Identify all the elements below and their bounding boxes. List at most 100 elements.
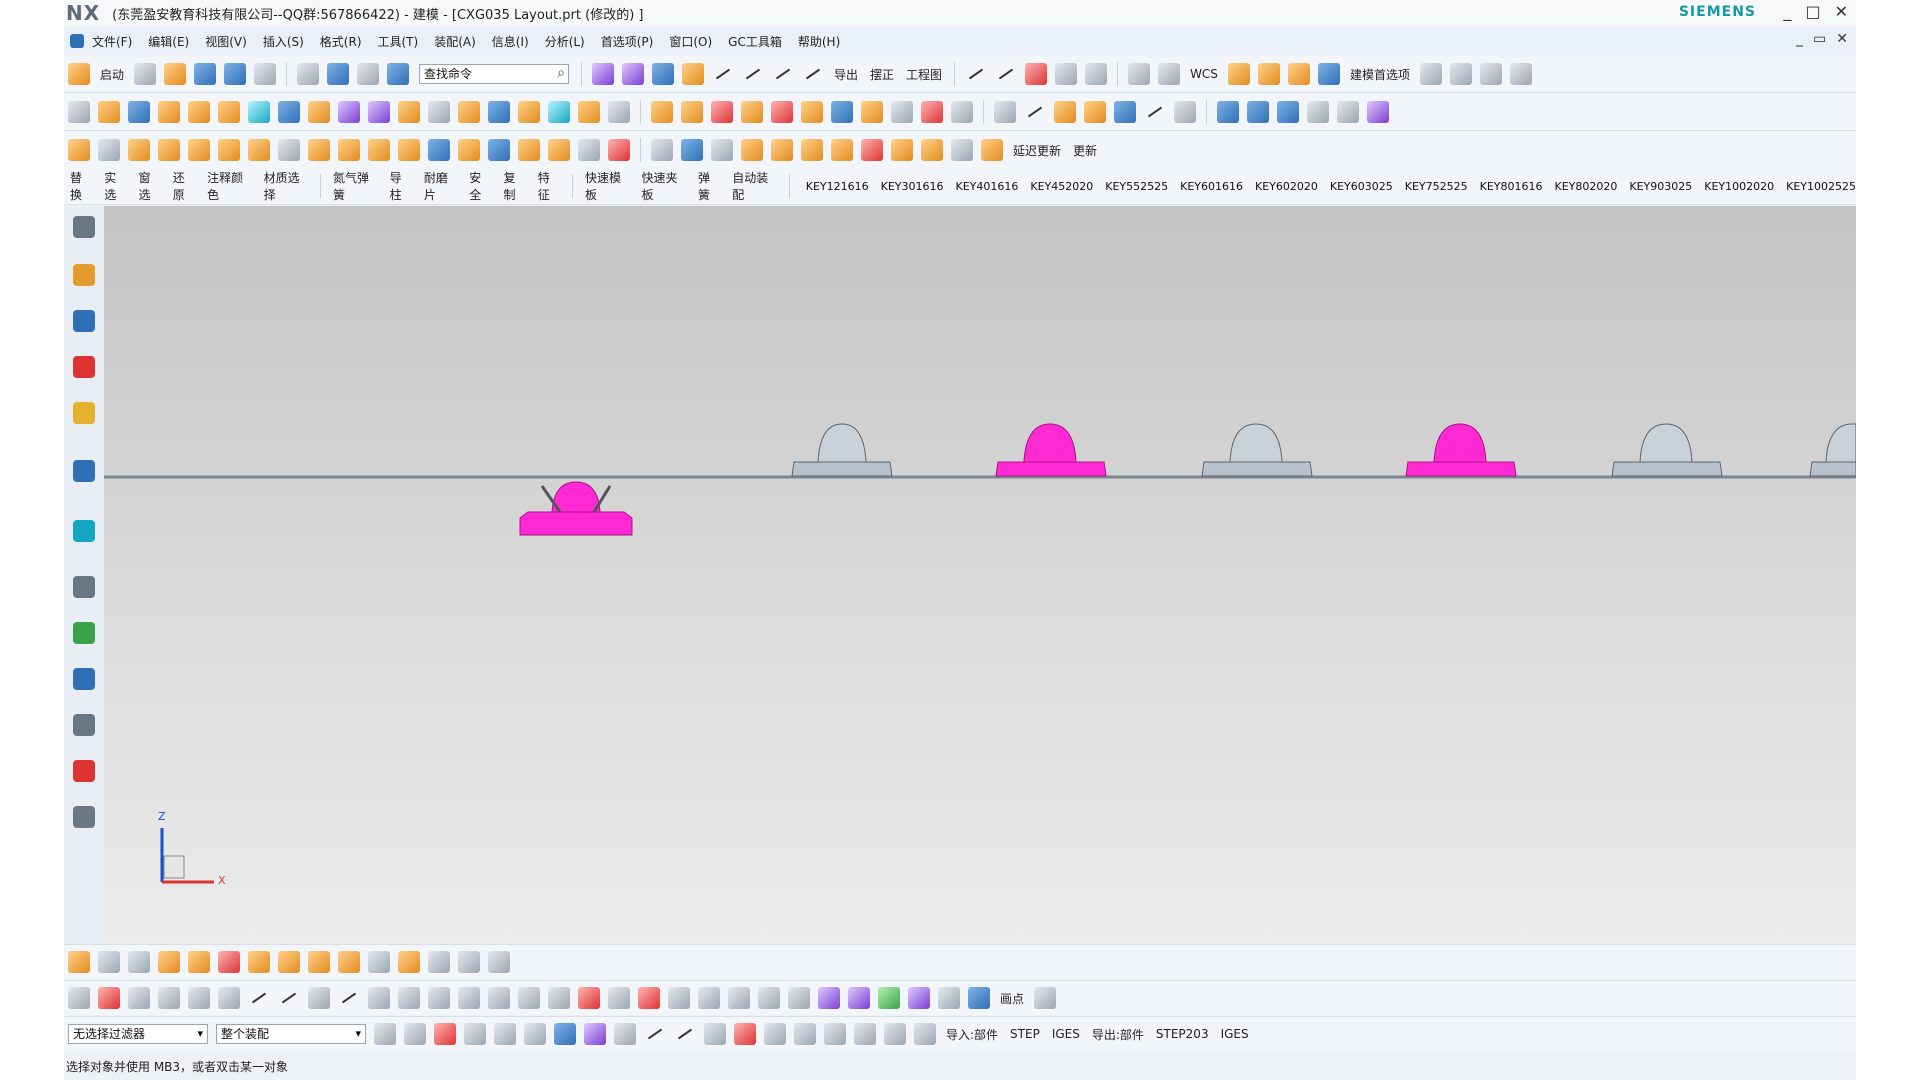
station-2[interactable] (995, 423, 1107, 477)
lower-station[interactable] (519, 481, 633, 536)
filter-icon[interactable] (374, 1023, 396, 1045)
menu-file[interactable]: 文件(F) (92, 33, 132, 50)
key-button[interactable]: KEY552525 (1105, 180, 1168, 193)
key-button[interactable]: KEY602020 (1255, 180, 1318, 193)
table-icon[interactable] (994, 101, 1016, 123)
import-iges-button[interactable]: IGES (1052, 1027, 1080, 1041)
menu-edit[interactable]: 编辑(E) (148, 33, 189, 50)
pin-icon[interactable] (488, 139, 510, 161)
menu-analysis[interactable]: 分析(L) (545, 33, 585, 50)
unite-icon[interactable] (248, 101, 270, 123)
offset-icon[interactable] (652, 63, 675, 85)
guide-post-button[interactable]: 导柱 (390, 169, 412, 203)
subtract-icon[interactable] (681, 101, 703, 123)
nitrogen-spring-button[interactable]: 氮气弹簧 (333, 169, 378, 203)
move-face-icon[interactable] (801, 101, 823, 123)
menu-info[interactable]: 信息(I) (492, 33, 529, 50)
section-icon[interactable] (1085, 63, 1108, 85)
key-button[interactable]: KEY603025 (1330, 180, 1393, 193)
import-step-button[interactable]: STEP (1010, 1027, 1040, 1041)
analyze-icon[interactable] (681, 139, 703, 161)
hammer-icon[interactable] (128, 139, 150, 161)
orient-view-icon[interactable] (1114, 101, 1136, 123)
offset-curve-icon[interactable] (338, 987, 360, 1009)
part-navigator-icon[interactable] (73, 356, 95, 378)
bridge-curve-icon[interactable] (772, 63, 794, 85)
key-button[interactable]: KEY752525 (1405, 180, 1468, 193)
split-body-icon[interactable] (608, 101, 630, 123)
resize-icon[interactable] (831, 101, 853, 123)
ruler-icon[interactable] (1227, 63, 1250, 85)
feature-button[interactable]: 特征 (538, 169, 560, 203)
face-blend-icon[interactable] (1337, 101, 1359, 123)
chamfer-icon[interactable] (458, 101, 480, 123)
block-icon[interactable] (1287, 63, 1310, 85)
safety-button[interactable]: 安全 (469, 169, 491, 203)
fillet-curve-icon[interactable] (742, 63, 764, 85)
new-component-icon[interactable] (128, 951, 150, 973)
more-sketch-icon[interactable] (1034, 987, 1057, 1009)
die-icon[interactable] (368, 139, 390, 161)
solid-select-button[interactable]: 实选 (104, 169, 126, 203)
intersect-curve-icon[interactable] (548, 987, 570, 1009)
key-button[interactable]: KEY601616 (1180, 180, 1243, 193)
drawing-button[interactable]: 工程图 (906, 66, 942, 83)
dimension-sketch-icon[interactable] (668, 987, 690, 1009)
deselect-icon[interactable] (464, 1023, 486, 1045)
station-3[interactable] (1201, 423, 1313, 477)
parts-icon[interactable] (914, 1023, 936, 1045)
selection-mode-icon[interactable] (494, 1023, 516, 1045)
key-button[interactable]: KEY802020 (1554, 180, 1617, 193)
contour-flange-icon[interactable] (188, 139, 210, 161)
constraint-icon[interactable] (248, 951, 270, 973)
surface-icon[interactable] (592, 63, 615, 85)
array-component-icon[interactable] (278, 951, 300, 973)
scope-select[interactable]: 整个装配 (216, 1024, 366, 1044)
copy-button[interactable]: 复制 (504, 169, 526, 203)
list-icon[interactable] (801, 139, 823, 161)
wave-linker-icon[interactable] (428, 951, 450, 973)
replace-component-icon[interactable] (308, 951, 330, 973)
mdi-close-button[interactable]: ✕ (1836, 31, 1848, 47)
frame-icon[interactable] (728, 987, 750, 1009)
quick-template-button[interactable]: 快速模板 (585, 169, 630, 203)
surface-face-icon[interactable] (1217, 101, 1239, 123)
component-icon[interactable] (98, 951, 120, 973)
redo-icon[interactable] (254, 63, 277, 85)
snap-mid-icon[interactable] (644, 1023, 666, 1045)
shell-icon[interactable] (398, 101, 420, 123)
corner-dim-icon[interactable] (788, 987, 810, 1009)
menu-assembly[interactable]: 装配(A) (434, 33, 476, 50)
window-select-button[interactable]: 窗选 (139, 169, 161, 203)
arc-icon[interactable] (995, 63, 1017, 85)
snap-on-curve-icon[interactable] (824, 1023, 846, 1045)
system-materials-icon[interactable] (73, 714, 95, 736)
snap-point-icon[interactable] (794, 1023, 816, 1045)
pad-icon[interactable] (158, 101, 180, 123)
roles-icon[interactable] (73, 668, 95, 690)
extrude-icon[interactable] (98, 101, 120, 123)
assembly-navigator-icon[interactable] (73, 264, 95, 286)
law-surface-icon[interactable] (1307, 101, 1329, 123)
start-icon[interactable] (68, 63, 90, 85)
mirror-assembly-icon[interactable] (218, 951, 240, 973)
station-6[interactable] (1809, 423, 1856, 477)
body-icon[interactable] (651, 101, 673, 123)
trim-sketch-icon[interactable] (428, 987, 450, 1009)
mdi-minimize-button[interactable]: _ (1796, 31, 1803, 47)
wave-line-icon[interactable] (938, 987, 960, 1009)
interference-icon[interactable] (458, 951, 480, 973)
key-button[interactable]: KEY301616 (881, 180, 944, 193)
move-icon[interactable] (327, 63, 350, 85)
key-button[interactable]: KEY401616 (955, 180, 1018, 193)
process-studio-icon[interactable] (73, 760, 95, 782)
settings-icon[interactable] (73, 216, 95, 238)
circle-center-icon[interactable] (1419, 63, 1442, 85)
thicken-icon[interactable] (368, 101, 390, 123)
snap-end-icon[interactable] (614, 1023, 636, 1045)
angle-dimension-icon[interactable] (698, 987, 720, 1009)
export-step203-button[interactable]: STEP203 (1156, 1027, 1209, 1041)
export-button[interactable]: 导出 (834, 66, 858, 83)
key-button[interactable]: KEY1002525 (1786, 180, 1856, 193)
snap-quadrant-icon[interactable] (764, 1023, 786, 1045)
